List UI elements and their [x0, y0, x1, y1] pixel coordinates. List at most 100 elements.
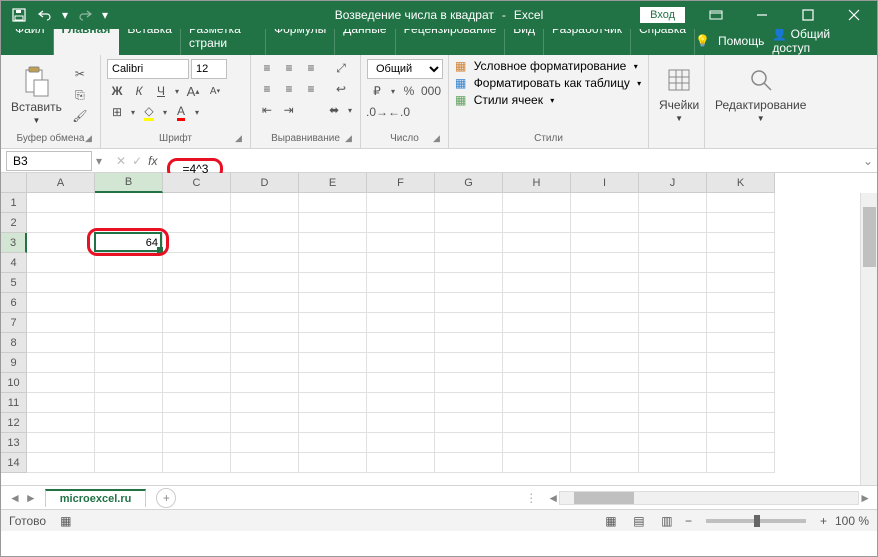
cell[interactable]	[503, 413, 571, 433]
font-launcher-icon[interactable]: ◢	[235, 133, 247, 145]
cell[interactable]	[639, 193, 707, 213]
row-header[interactable]: 1	[1, 193, 27, 213]
cell[interactable]	[571, 293, 639, 313]
tell-me-icon[interactable]: 💡	[695, 34, 710, 48]
comma-icon[interactable]: 000	[421, 82, 441, 100]
cell[interactable]	[503, 233, 571, 253]
format-table-button[interactable]: ▦ Форматировать как таблицу ▾	[455, 76, 642, 90]
align-center-icon[interactable]: ≡	[279, 80, 299, 98]
cell[interactable]	[639, 253, 707, 273]
cell[interactable]	[571, 193, 639, 213]
cell[interactable]	[27, 373, 95, 393]
cell[interactable]	[299, 193, 367, 213]
maximize-icon[interactable]	[785, 1, 831, 29]
cell[interactable]	[503, 353, 571, 373]
cell[interactable]	[27, 253, 95, 273]
row-header[interactable]: 9	[1, 353, 27, 373]
cell[interactable]	[435, 353, 503, 373]
signin-button[interactable]: Вход	[640, 7, 685, 23]
page-layout-view-icon[interactable]: ▤	[629, 513, 649, 529]
column-header[interactable]: F	[367, 173, 435, 193]
cell[interactable]	[367, 433, 435, 453]
cell[interactable]	[367, 453, 435, 473]
row-header[interactable]: 5	[1, 273, 27, 293]
cell[interactable]	[367, 333, 435, 353]
enter-formula-icon[interactable]: ✓	[132, 154, 142, 168]
cell[interactable]	[163, 273, 231, 293]
cell[interactable]	[95, 433, 163, 453]
minimize-icon[interactable]	[739, 1, 785, 29]
row-header[interactable]: 6	[1, 293, 27, 313]
cell[interactable]	[299, 273, 367, 293]
row-header[interactable]: 4	[1, 253, 27, 273]
cell[interactable]	[639, 393, 707, 413]
cell[interactable]	[503, 253, 571, 273]
cell[interactable]	[299, 313, 367, 333]
cell[interactable]	[639, 353, 707, 373]
cell[interactable]	[27, 453, 95, 473]
column-header[interactable]: C	[163, 173, 231, 193]
cell[interactable]	[299, 393, 367, 413]
cell[interactable]	[231, 193, 299, 213]
cell[interactable]	[27, 433, 95, 453]
cell[interactable]	[707, 273, 775, 293]
cell[interactable]	[95, 273, 163, 293]
cell[interactable]	[503, 453, 571, 473]
cell[interactable]	[435, 213, 503, 233]
cell[interactable]	[503, 313, 571, 333]
row-header[interactable]: 11	[1, 393, 27, 413]
paste-button[interactable]: Вставить ▼	[7, 64, 66, 127]
cell[interactable]	[571, 353, 639, 373]
page-break-view-icon[interactable]: ▥	[657, 513, 677, 529]
cell[interactable]	[367, 293, 435, 313]
cell[interactable]	[639, 333, 707, 353]
cell[interactable]	[571, 373, 639, 393]
cell[interactable]	[707, 193, 775, 213]
column-header[interactable]: A	[27, 173, 95, 193]
cell[interactable]	[707, 353, 775, 373]
cell[interactable]	[299, 253, 367, 273]
conditional-format-button[interactable]: ▦ Условное форматирование ▾	[455, 59, 642, 73]
horizontal-scrollbar[interactable]	[559, 491, 859, 505]
column-header[interactable]: B	[95, 173, 163, 193]
cell[interactable]	[639, 373, 707, 393]
cell[interactable]	[95, 213, 163, 233]
cell[interactable]	[367, 273, 435, 293]
merge-icon[interactable]: ⬌	[324, 101, 344, 119]
column-header[interactable]: G	[435, 173, 503, 193]
cell[interactable]	[435, 373, 503, 393]
cell[interactable]	[639, 233, 707, 253]
add-sheet-icon[interactable]: +	[156, 488, 176, 508]
cell[interactable]	[503, 433, 571, 453]
cell[interactable]	[299, 373, 367, 393]
sheet-nav-prev-icon[interactable]: ◄	[9, 491, 21, 505]
increase-indent-icon[interactable]: ⇥	[279, 101, 299, 119]
cell[interactable]	[231, 273, 299, 293]
increase-decimal-icon[interactable]: .0→	[367, 103, 387, 121]
select-all-corner[interactable]	[1, 173, 27, 193]
zoom-out-icon[interactable]: −	[685, 514, 692, 528]
cell[interactable]	[367, 233, 435, 253]
cell[interactable]	[367, 413, 435, 433]
cell[interactable]	[571, 313, 639, 333]
cell[interactable]	[571, 453, 639, 473]
borders-icon[interactable]: ⊞	[107, 103, 127, 121]
column-header[interactable]: D	[231, 173, 299, 193]
cell[interactable]	[503, 193, 571, 213]
cell[interactable]	[27, 213, 95, 233]
align-top-icon[interactable]: ≡	[257, 59, 277, 77]
cell[interactable]	[707, 333, 775, 353]
orientation-icon[interactable]: ⤢	[331, 59, 351, 77]
cell[interactable]	[95, 333, 163, 353]
column-header[interactable]: K	[707, 173, 775, 193]
cell[interactable]	[27, 353, 95, 373]
cell[interactable]	[367, 313, 435, 333]
cell[interactable]	[571, 253, 639, 273]
cell[interactable]	[571, 273, 639, 293]
cell[interactable]	[503, 333, 571, 353]
cell[interactable]	[571, 433, 639, 453]
align-launcher-icon[interactable]: ◢	[345, 133, 357, 145]
cell[interactable]	[95, 353, 163, 373]
cell[interactable]	[299, 353, 367, 373]
undo-icon[interactable]	[33, 3, 57, 27]
